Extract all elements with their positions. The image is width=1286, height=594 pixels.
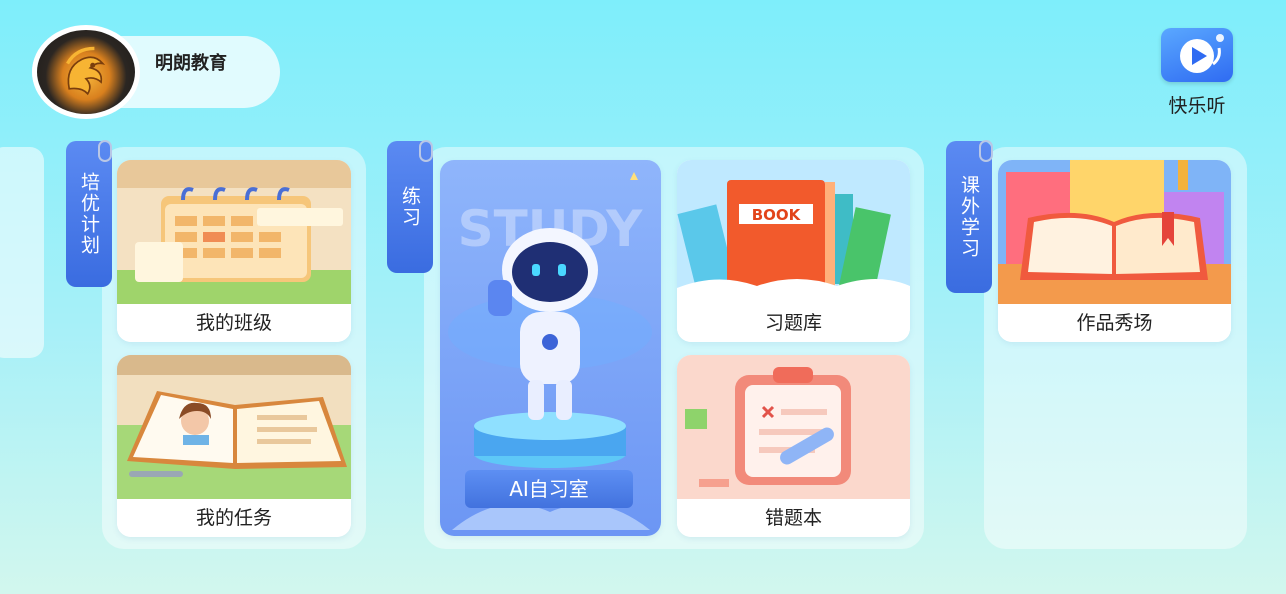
question-bank-card[interactable]: BOOK 习题库 (677, 160, 910, 342)
paperclip-icon (419, 140, 433, 162)
works-showcase-label: 作品秀场 (998, 304, 1231, 342)
training-plan-tab: 培优计划 (66, 141, 112, 287)
extracurricular-tab: 课外学习 (946, 141, 992, 293)
paperclip-icon (979, 140, 993, 162)
school-logo[interactable] (32, 25, 140, 119)
paperclip-icon (98, 140, 112, 162)
collapsed-side-panel[interactable] (0, 147, 44, 358)
quick-listen-button[interactable]: 快乐听 (1156, 28, 1238, 118)
my-tasks-card[interactable]: 我的任务 (117, 355, 351, 537)
mistake-book-card[interactable]: 错题本 (677, 355, 910, 537)
ai-study-room-label: AI自习室 (465, 470, 633, 508)
my-class-label: 我的班级 (117, 304, 351, 342)
my-class-card[interactable]: 我的班级 (117, 160, 351, 342)
calendar-illustration-icon (117, 160, 351, 304)
quick-listen-label: 快乐听 (1168, 95, 1226, 117)
open-book-illustration-icon (117, 355, 351, 499)
question-bank-label: 习题库 (677, 304, 910, 342)
my-tasks-label: 我的任务 (117, 499, 351, 537)
stage-book-illustration-icon (998, 160, 1231, 304)
play-video-icon (1161, 28, 1233, 82)
book-cover-text: BOOK (752, 206, 802, 224)
dragon-logo-icon (37, 30, 135, 114)
works-showcase-card[interactable]: 作品秀场 (998, 160, 1231, 342)
mistake-book-label: 错题本 (677, 499, 910, 537)
books-illustration-icon: BOOK (677, 160, 910, 304)
clipboard-illustration-icon (677, 355, 910, 499)
school-name: 明朗教育 (155, 53, 227, 74)
